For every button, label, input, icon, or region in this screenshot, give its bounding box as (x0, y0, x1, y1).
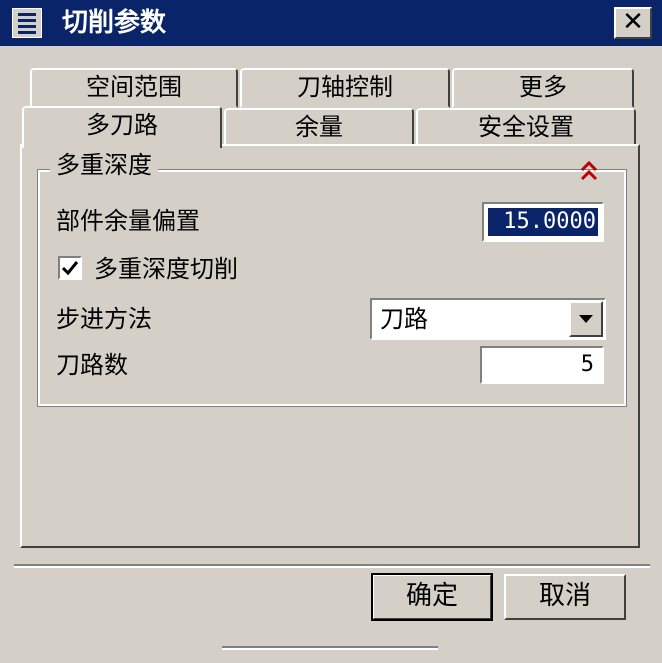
tab-stock[interactable]: 余量 (224, 108, 414, 146)
part-stock-offset-input[interactable]: 15.0000 (482, 202, 604, 242)
tab-label: 多刀路 (86, 111, 158, 139)
close-icon: ✕ (622, 7, 644, 37)
part-stock-offset-value: 15.0000 (488, 208, 598, 236)
close-button[interactable]: ✕ (614, 7, 652, 39)
resize-grip[interactable] (222, 646, 438, 650)
tab-multiple-passes[interactable]: 多刀路 (22, 106, 222, 148)
pass-count-input[interactable]: 5 (480, 346, 604, 384)
step-method-select[interactable]: 刀路 (370, 298, 606, 340)
tab-label: 余量 (295, 113, 343, 141)
chevron-down-icon (579, 315, 593, 323)
tab-safety-settings[interactable]: 安全设置 (416, 108, 636, 146)
tab-spatial-range[interactable]: 空间范围 (30, 68, 238, 108)
tab-more[interactable]: 更多 (452, 68, 634, 108)
tab-label: 刀轴控制 (297, 73, 393, 101)
step-method-value: 刀路 (380, 305, 428, 333)
multi-depth-cut-checkbox[interactable] (58, 256, 82, 280)
group-title: 多重深度 (50, 150, 158, 180)
tab-label: 空间范围 (86, 73, 182, 101)
multi-depth-cut-label[interactable]: 多重深度切削 (94, 254, 238, 284)
checkmark-icon (61, 261, 79, 276)
double-chevron-up-icon[interactable] (578, 160, 600, 182)
step-method-label: 步进方法 (56, 305, 152, 333)
tab-label: 更多 (519, 73, 567, 101)
footer-separator (14, 564, 650, 568)
window-title: 切削参数 (62, 8, 167, 38)
window-menu-icon[interactable] (12, 8, 42, 38)
part-stock-offset-label: 部件余量偏置 (56, 207, 200, 235)
cancel-button[interactable]: 取消 (504, 574, 626, 620)
pass-count-label: 刀路数 (56, 351, 128, 379)
tab-tool-axis-control[interactable]: 刀轴控制 (240, 68, 450, 108)
ok-button[interactable]: 确定 (371, 573, 493, 621)
dropdown-button[interactable] (569, 301, 603, 337)
tab-label: 安全设置 (478, 113, 574, 141)
